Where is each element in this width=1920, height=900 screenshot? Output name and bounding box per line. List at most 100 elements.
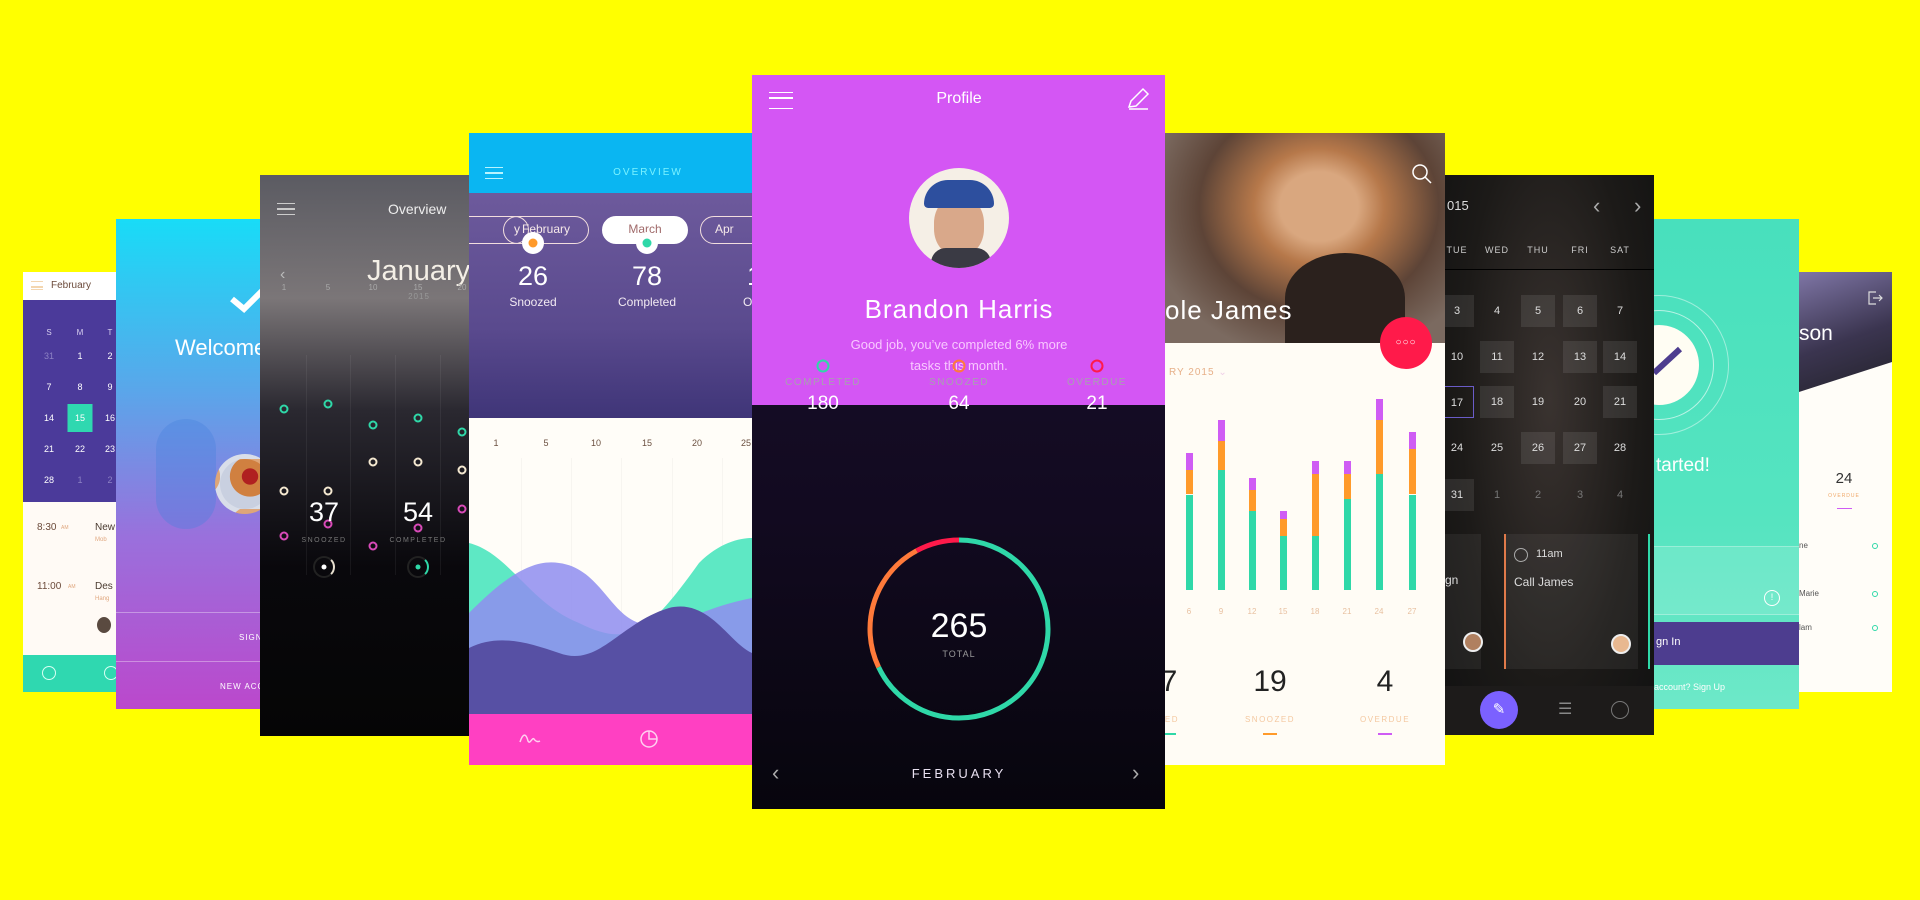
month-pill[interactable]: Apr	[700, 216, 752, 244]
snoozed-dot[interactable]	[279, 486, 289, 496]
month-pill[interactable]: February	[503, 216, 589, 244]
menu-icon[interactable]	[31, 281, 43, 290]
day-label: 5	[325, 283, 331, 292]
chevron-left-icon[interactable]: ‹	[280, 266, 285, 284]
day-label: 25	[740, 438, 752, 448]
new-account-link[interactable]: NEW ACC	[220, 682, 260, 691]
calendar-day[interactable]: 24	[1445, 432, 1474, 464]
calendar-day[interactable]: 9	[107, 382, 112, 392]
stat-label: Snoozed	[509, 295, 557, 309]
snoozed-dot[interactable]	[323, 486, 333, 496]
snoozed-dot[interactable]	[368, 457, 378, 467]
period-selector[interactable]: RY 2015 ⌄	[1169, 367, 1228, 378]
calendar-day[interactable]: 18	[1480, 386, 1514, 418]
list-icon[interactable]: ☰	[1558, 699, 1572, 719]
menu-icon[interactable]	[485, 167, 503, 179]
avatar	[97, 617, 111, 633]
bar-segment-24	[1375, 399, 1383, 420]
calendar-day[interactable]: 20	[1563, 386, 1597, 418]
calendar-day[interactable]: 31	[44, 351, 54, 361]
next-month-button[interactable]: ›	[1132, 760, 1139, 786]
event-time: 8:30	[37, 522, 57, 533]
calendar-day[interactable]: 12	[1521, 341, 1555, 373]
calendar-day[interactable]: 1	[77, 475, 82, 485]
add-task-button[interactable]: ✎	[1480, 691, 1518, 729]
history-icon[interactable]	[1611, 701, 1629, 719]
calendar-day[interactable]: 17	[1445, 386, 1474, 418]
logout-icon[interactable]	[1867, 290, 1883, 306]
calendar-day[interactable]: 31	[1445, 479, 1474, 511]
next-month-button[interactable]: ›	[1634, 193, 1641, 219]
sign-in-link[interactable]: SIGN	[239, 633, 260, 642]
calendar-day[interactable]: 21	[44, 444, 54, 454]
add-circle-icon[interactable]	[104, 666, 116, 680]
calendar-day[interactable]: 19	[1521, 386, 1555, 418]
calendar-day[interactable]: 8	[77, 382, 82, 392]
overdue-dot[interactable]	[368, 541, 378, 551]
calendar-day[interactable]: 6	[1563, 295, 1597, 327]
completed-dot[interactable]	[457, 427, 467, 437]
more-options-button[interactable]: ○○○	[1380, 317, 1432, 369]
calendar-day[interactable]: 3	[1563, 479, 1597, 511]
calendar-day[interactable]: 25	[1480, 432, 1514, 464]
profile-name: ole James	[1165, 295, 1293, 325]
calendar-day[interactable]: 2	[107, 475, 112, 485]
calendar-day[interactable]: 14	[44, 413, 54, 423]
snoozed-dot[interactable]	[413, 457, 423, 467]
calendar-day[interactable]: 4	[1603, 479, 1637, 511]
calendar-day[interactable]: 28	[1603, 432, 1637, 464]
sign-in-button[interactable]: gn In	[1654, 622, 1799, 665]
event-title[interactable]: Des	[95, 581, 113, 592]
calendar-day[interactable]: 16	[105, 413, 115, 423]
check-circle-icon[interactable]	[42, 666, 56, 680]
sign-up-link[interactable]: account? Sign Up	[1654, 682, 1725, 692]
calendar-day[interactable]: 1	[1480, 479, 1514, 511]
calendar-day[interactable]: 4	[1480, 295, 1514, 327]
list-item[interactable]: lam	[1799, 623, 1812, 632]
calendar-day[interactable]: 7	[46, 382, 51, 392]
year: 2015	[408, 292, 430, 301]
calendar-day[interactable]: 10	[1445, 341, 1474, 373]
calendar-day[interactable]: 26	[1521, 432, 1555, 464]
calendar-day[interactable]: 2	[107, 351, 112, 361]
x-tick-label: 15	[1278, 607, 1288, 616]
calendar-day[interactable]: 28	[44, 475, 54, 485]
calendar-day[interactable]: 27	[1563, 432, 1597, 464]
pie-chart-icon[interactable]	[639, 729, 659, 749]
calendar-day[interactable]: 1	[77, 351, 82, 361]
menu-icon[interactable]	[277, 203, 295, 215]
previous-month-button[interactable]: ‹	[772, 760, 779, 786]
edit-pencil-icon[interactable]	[1126, 87, 1150, 111]
completed-dot[interactable]	[368, 420, 378, 430]
calendar-day[interactable]: 5	[1521, 295, 1555, 327]
profile-subtitle-line1: Good job, you’ve completed 6% more	[850, 337, 1068, 352]
calendar-day[interactable]: 2	[1521, 479, 1555, 511]
overdue-dot[interactable]	[279, 531, 289, 541]
list-item[interactable]: Marie	[1799, 589, 1819, 598]
snoozed-dot[interactable]	[457, 465, 467, 475]
event-title[interactable]: New	[95, 522, 115, 533]
calendar-day[interactable]: 23	[105, 444, 115, 454]
calendar-day[interactable]: 13	[1563, 341, 1597, 373]
overdue-dot[interactable]	[457, 504, 467, 514]
completed-dot[interactable]	[323, 399, 333, 409]
header-bar	[469, 133, 752, 193]
event-ampm: AM	[68, 584, 76, 590]
calendar-day-selected[interactable]: 15	[67, 404, 93, 432]
dark-overview-phone: Overview ‹ January 2015 1 5 10 15 20 37 SNOOZ…	[260, 175, 469, 736]
calendar-day[interactable]: 22	[75, 444, 85, 454]
search-icon[interactable]	[1411, 163, 1433, 185]
calendar-day[interactable]: 21	[1603, 386, 1637, 418]
stat-label: Completed	[617, 295, 677, 309]
calendar-day[interactable]: 7	[1603, 295, 1637, 327]
calendar-day[interactable]: 3	[1445, 295, 1474, 327]
previous-month-button[interactable]: ‹	[1593, 193, 1600, 219]
list-item[interactable]: ne	[1799, 541, 1808, 550]
wave-chart-icon[interactable]	[519, 733, 541, 745]
calendar-day[interactable]: 14	[1603, 341, 1637, 373]
input-field[interactable]	[1654, 546, 1799, 615]
menu-icon[interactable]	[769, 92, 793, 109]
completed-dot[interactable]	[279, 404, 289, 414]
completed-dot[interactable]	[413, 413, 423, 423]
calendar-day[interactable]: 11	[1480, 341, 1514, 373]
